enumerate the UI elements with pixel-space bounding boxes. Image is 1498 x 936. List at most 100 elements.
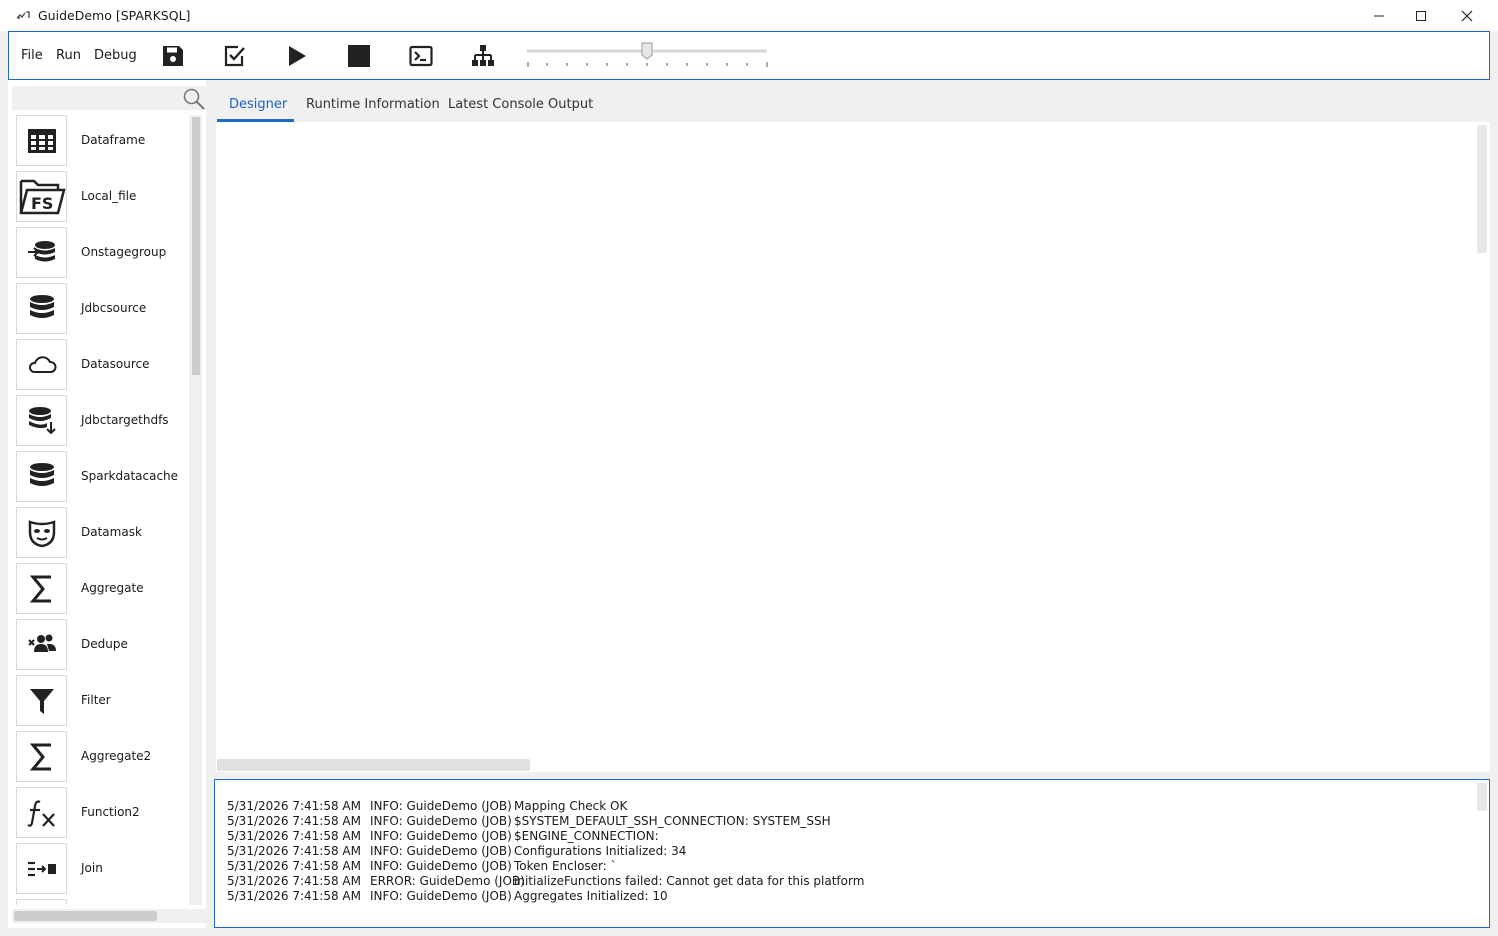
close-icon [1461,10,1473,21]
palette-item-function2[interactable]: Function2 [16,787,188,839]
log-timestamp: 5/31/2026 7:41:58 AM [227,829,361,843]
log-message: Configurations Initialized: 34 [514,844,687,858]
menu-debug[interactable]: Debug [94,48,137,63]
log-timestamp: 5/31/2026 7:41:58 AM [227,844,361,858]
sigma-icon [29,575,51,602]
play-icon [289,46,306,66]
log-level: INFO: GuideDemo (JOB) [370,859,512,873]
join-icon [27,861,56,876]
search-icon[interactable] [182,87,206,111]
log-timestamp: 5/31/2026 7:41:58 AM [227,799,361,813]
console-log-panel[interactable]: 5/31/2026 7:41:58 AM INFO: GuideDemo (JO… [214,779,1490,928]
palette-item-label: Filter [81,693,111,707]
people-remove-icon [27,634,56,652]
palette-list: Dataframe FS Local_file Onstagegroup Jdb… [16,115,188,905]
canvas-vertical-scroll-thumb[interactable] [1477,125,1487,253]
palette-item-filter[interactable]: Filter [16,675,188,727]
log-message: initializeFunctions failed: Cannot get d… [514,874,865,888]
palette-item-label: Dedupe [81,637,128,651]
cloud-icon [28,355,57,373]
palette-item-datamask[interactable]: Datamask [16,507,188,559]
palette-item-join[interactable]: Join [16,843,188,895]
log-message: Mapping Check OK [514,799,628,813]
log-level: INFO: GuideDemo (JOB) [370,889,512,903]
filter-icon [29,688,54,714]
palette-item-dataframe[interactable]: Dataframe [16,115,188,167]
database-in-icon [27,240,55,261]
log-timestamp: 5/31/2026 7:41:58 AM [227,889,361,903]
canvas-vertical-scrollbar[interactable] [1474,122,1490,756]
tab-designer[interactable]: Designer [229,97,287,112]
log-message: $SYSTEM_DEFAULT_SSH_CONNECTION: SYSTEM_S… [514,814,831,828]
maximize-button[interactable] [1398,0,1444,31]
svg-text:FS: FS [31,194,53,213]
run-button[interactable] [284,43,310,69]
minimize-button[interactable] [1356,0,1402,31]
main-tabs: Designer Runtime Information Latest Cons… [216,82,1490,122]
console-vertical-scroll-thumb[interactable] [1477,783,1487,811]
log-message: Aggregates Initialized: 10 [514,889,668,903]
zoom-slider[interactable] [527,40,769,72]
palette-item-aggregate[interactable]: Aggregate [16,563,188,615]
hierarchy-icon [472,45,494,66]
palette-item-local-file[interactable]: FS Local_file [16,171,188,223]
designer-canvas[interactable] [216,122,1490,772]
palette-vertical-scroll-thumb[interactable] [192,117,200,375]
fs-folder-icon: FS [19,179,66,214]
save-button[interactable] [160,43,186,69]
title-bar: GuideDemo [SPARKSQL] [0,0,1498,31]
validate-button[interactable] [222,43,248,69]
palette-item-jdbctargethdfs[interactable]: Jdbctargethdfs [16,395,188,447]
palette-item-label: Aggregate2 [81,749,152,763]
palette-item-onstagegroup[interactable]: Onstagegroup [16,227,188,279]
palette-item-partial[interactable] [16,899,188,905]
console-icon [409,45,433,67]
palette-item-label: Join [81,861,103,875]
log-level: INFO: GuideDemo (JOB) [370,844,512,858]
log-timestamp: 5/31/2026 7:41:58 AM [227,874,361,888]
palette-item-label: Aggregate [81,581,144,595]
tab-runtime-information[interactable]: Runtime Information [306,97,440,112]
database-icon [29,294,54,318]
grid-icon [27,128,56,153]
palette-item-label: Dataframe [81,133,146,147]
palette-vertical-scrollbar[interactable] [189,115,202,905]
tab-latest-console-output[interactable]: Latest Console Output [448,97,593,112]
palette-item-jdbcsource[interactable]: Jdbcsource [16,283,188,335]
log-level: INFO: GuideDemo (JOB) [370,829,512,843]
palette-item-sparkdatacache[interactable]: Sparkdatacache [16,451,188,503]
hierarchy-button[interactable] [470,43,496,69]
canvas-horizontal-scroll-thumb[interactable] [217,759,530,771]
close-button[interactable] [1444,0,1490,31]
log-level: INFO: GuideDemo (JOB) [370,814,512,828]
menu-file[interactable]: File [21,48,43,63]
palette-item-label: Onstagegroup [81,245,167,259]
component-palette: Dataframe FS Local_file Onstagegroup Jdb… [8,80,206,928]
palette-item-label: Datasource [81,357,150,371]
palette-item-label: Sparkdatacache [81,469,179,483]
function-icon [26,799,55,827]
log-timestamp: 5/31/2026 7:41:58 AM [227,859,361,873]
palette-item-datasource[interactable]: Datasource [16,339,188,391]
log-level: ERROR: GuideDemo (JOB) [370,874,525,888]
menu-run[interactable]: Run [56,48,81,63]
minimize-icon [1374,15,1384,16]
log-message: Token Encloser: ` [514,859,617,873]
maximize-icon [1416,10,1426,21]
palette-horizontal-scrollbar[interactable] [12,909,206,923]
app-logo-icon [16,11,30,19]
canvas-horizontal-scrollbar[interactable] [216,756,1474,772]
palette-item-aggregate2[interactable]: Aggregate2 [16,731,188,783]
stop-button[interactable] [346,43,372,69]
console-button[interactable] [408,43,434,69]
palette-horizontal-scroll-thumb[interactable] [14,911,157,921]
log-timestamp: 5/31/2026 7:41:58 AM [227,814,361,828]
palette-item-dedupe[interactable]: Dedupe [16,619,188,671]
check-icon [224,45,245,67]
log-message: $ENGINE_CONNECTION: [514,829,659,843]
database-download-icon [28,406,56,434]
database-icon [29,462,54,486]
zoom-slider-thumb[interactable] [641,42,653,60]
palette-search-input[interactable] [12,86,206,110]
palette-item-label: Jdbcsource [81,301,147,315]
